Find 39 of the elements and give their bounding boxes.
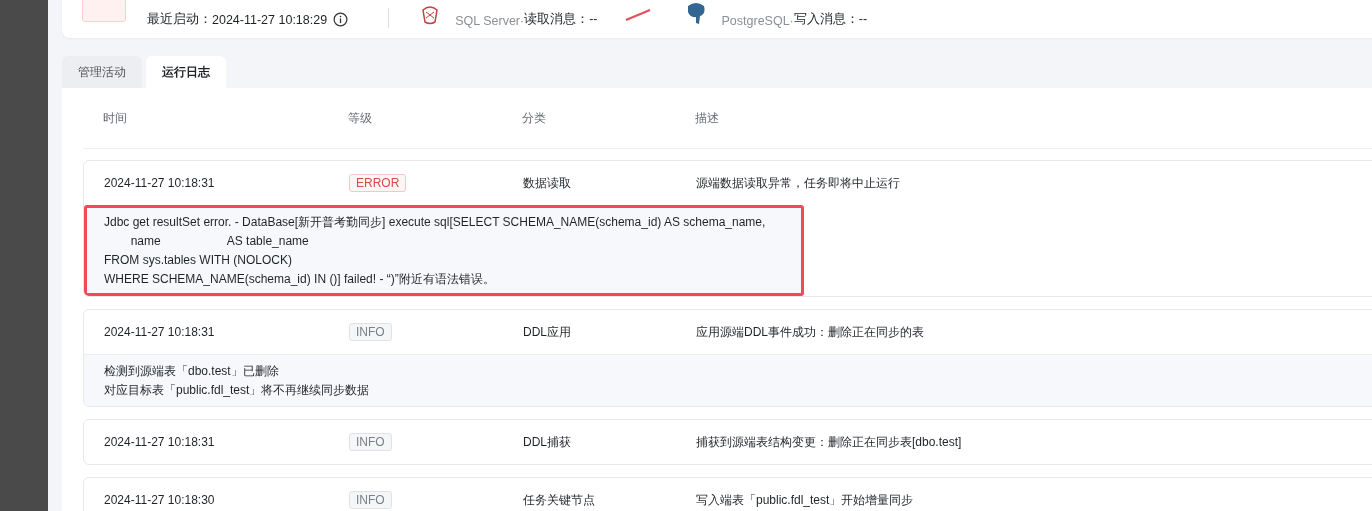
severity-tag: INFO [349, 491, 392, 509]
last-start-time: 2024-11-27 10:18:29 [212, 12, 328, 27]
column-header: 等级 [348, 109, 373, 127]
severity-tag: INFO [349, 433, 392, 451]
log-description: 写入端表「public.fdl_test」开始增量同步 [696, 491, 915, 509]
detail-line: WHERE SCHEMA_NAME(schema_id) IN ()] failed! - “)”附近有语法错误。 [104, 271, 496, 288]
source-db-label: SQL Server· [455, 14, 525, 28]
target-message: 写入消息：-- [793, 11, 868, 26]
detail-line: name AS table_name [129, 233, 310, 250]
detail-line: Jdbc get resultSet error. - DataBase[新开普考勤同步] execute sql[SELECT SCHEMA_NAME(schema_id) AS schema_name, [104, 214, 767, 231]
log-category: DDL捕获 [523, 433, 572, 451]
column-header: 描述 [695, 109, 720, 127]
log-entry[interactable]: 2024-11-27 10:18:30 INFO 任务关键节点 写入端表「public.fdl_test」开始增量同步 [83, 477, 1372, 511]
log-entry[interactable]: 2024-11-27 10:18:31 INFO DDL应用 应用源端DDL事件成功：删除正在同步的表 检测到源端表「dbo.test」已删除 对应目标表「public.fdl_test」将不再继续同步数据 [83, 309, 1372, 407]
tab[interactable]: 管理活动 [62, 56, 142, 88]
log-time: 2024-11-27 10:18:31 [104, 176, 216, 190]
column-header: 时间 [103, 109, 128, 127]
detail-line: FROM sys.tables WITH (NOLOCK) [104, 252, 293, 269]
target-db-label: PostgreSQL· [721, 14, 794, 28]
log-description: 源端数据读取异常，任务即将中止运行 [696, 174, 901, 192]
log-category: 数据读取 [523, 174, 572, 192]
info-icon[interactable] [333, 12, 349, 27]
log-time: 2024-11-27 10:18:30 [104, 493, 216, 507]
log-category: DDL应用 [523, 323, 572, 341]
log-description: 应用源端DDL事件成功：删除正在同步的表 [696, 323, 925, 341]
log-entry[interactable] [83, 160, 1372, 297]
severity-tag: INFO [349, 323, 392, 341]
tab[interactable]: 运行日志 [146, 56, 226, 88]
severity-tag: ERROR [349, 174, 407, 192]
log-time: 2024-11-27 10:18:31 [104, 325, 216, 339]
source-message: 读取消息：-- [524, 11, 598, 28]
log-description: 捕获到源端表结构变更：删除正在同步表[dbo.test] [696, 433, 963, 451]
last-start-label: 最近启动： [147, 11, 212, 28]
column-header: 分类 [522, 109, 547, 127]
detail-line: 检测到源端表「dbo.test」已删除 [104, 363, 280, 380]
detail-line: 对应目标表「public.fdl_test」将不再继续同步数据 [104, 382, 371, 399]
log-time: 2024-11-27 10:18:31 [104, 435, 216, 449]
log-entry[interactable]: 2024-11-27 10:18:31 INFO DDL捕获 捕获到源端表结构变更：删除正在同步表[dbo.test] [83, 419, 1372, 465]
log-category: 任务关键节点 [523, 491, 596, 509]
